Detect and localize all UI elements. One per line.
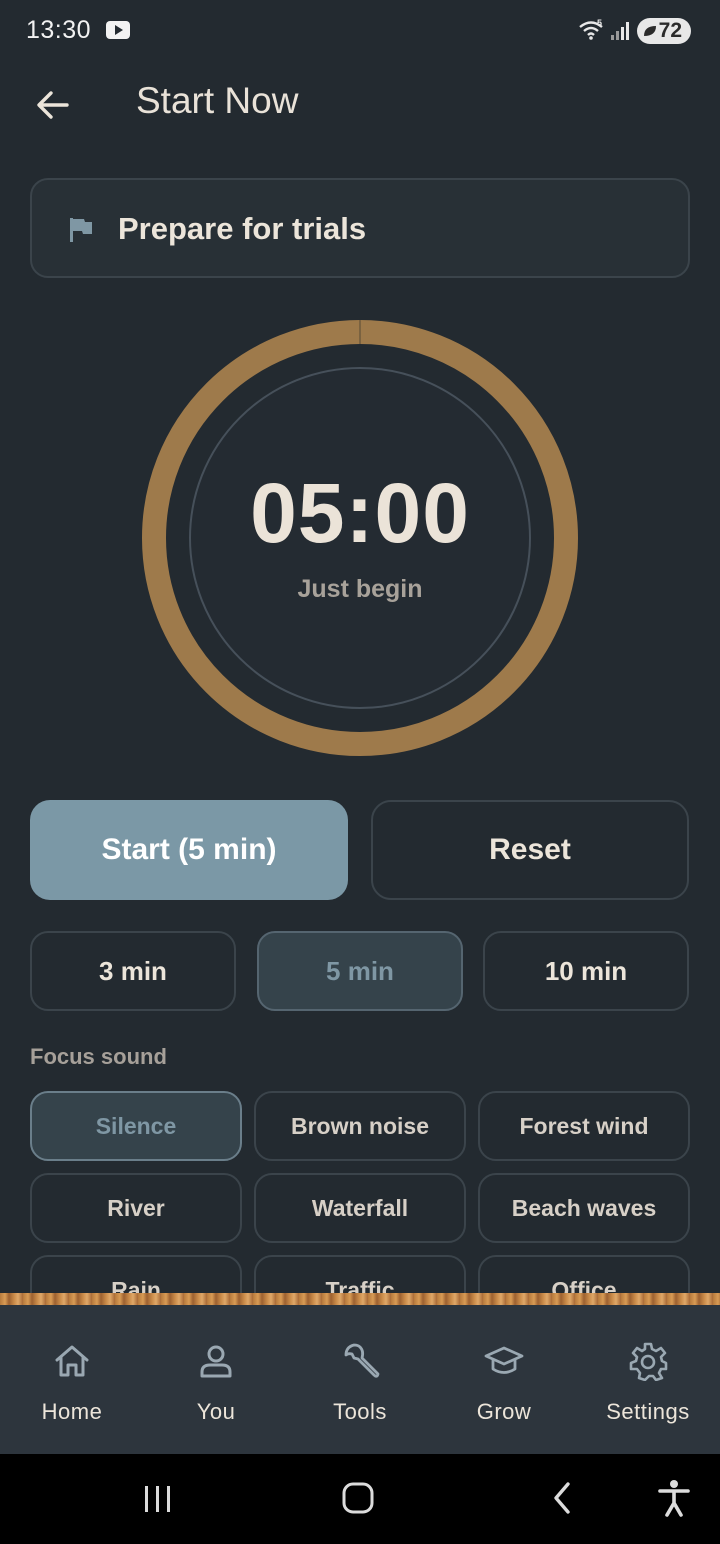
home-button-icon[interactable]	[340, 1478, 378, 1518]
nav-tools[interactable]: Tools	[288, 1305, 432, 1454]
battery-level: 72	[658, 19, 682, 42]
nav-label-settings: Settings	[606, 1399, 690, 1424]
svg-text:5: 5	[597, 18, 602, 28]
flag-icon	[70, 218, 92, 242]
nav-settings[interactable]: Settings	[576, 1305, 720, 1454]
system-back-icon[interactable]	[548, 1478, 576, 1518]
duration-10-min[interactable]: 10 min	[483, 931, 689, 1011]
wifi-icon: 5	[579, 18, 603, 40]
person-icon	[200, 1345, 232, 1378]
sound-traffic[interactable]: Traffic	[254, 1255, 466, 1293]
sound-brown-noise[interactable]: Brown noise	[254, 1091, 466, 1161]
page-title: Start Now	[136, 80, 299, 121]
arrow-back-icon	[37, 91, 69, 119]
bottom-navigation: Home You Tools Grow Settings	[0, 1305, 720, 1454]
graduation-cap-icon	[484, 1346, 524, 1374]
focus-sound-list: Silence Brown noise Forest wind River Wa…	[0, 1090, 720, 1293]
accessibility-icon[interactable]	[656, 1478, 692, 1518]
sound-rain[interactable]: Rain	[30, 1255, 242, 1293]
sound-beach-waves[interactable]: Beach waves	[478, 1173, 690, 1243]
sound-waterfall[interactable]: Waterfall	[254, 1173, 466, 1243]
status-bar: 13:30 5 72	[0, 0, 720, 64]
nav-you[interactable]: You	[144, 1305, 288, 1454]
task-title: Prepare for trials	[118, 211, 367, 246]
duration-5-min[interactable]: 5 min	[257, 931, 463, 1011]
duration-3-min[interactable]: 3 min	[30, 931, 236, 1011]
focus-sound-label: Focus sound	[30, 1044, 167, 1069]
battery-saver-icon	[644, 26, 656, 36]
back-button[interactable]	[30, 82, 76, 128]
nav-label-grow: Grow	[476, 1399, 532, 1424]
decorative-wood-strip	[0, 1293, 720, 1305]
youtube-notification-icon	[106, 21, 130, 39]
reset-button[interactable]: Reset	[371, 800, 689, 900]
task-card[interactable]: Prepare for trials	[30, 178, 690, 278]
system-navigation-bar	[0, 1454, 720, 1544]
nav-label-you: You	[196, 1399, 236, 1424]
app-bar: Start Now	[0, 64, 720, 144]
sound-forest-wind[interactable]: Forest wind	[478, 1091, 690, 1161]
home-icon	[55, 1345, 89, 1377]
sound-river[interactable]: River	[30, 1173, 242, 1243]
nav-label-home: Home	[41, 1399, 103, 1424]
nav-home[interactable]: Home	[0, 1305, 144, 1454]
nav-label-tools: Tools	[333, 1399, 387, 1424]
sound-silence[interactable]: Silence	[30, 1091, 242, 1161]
wrench-icon	[344, 1343, 380, 1378]
signal-icon	[611, 22, 629, 40]
nav-grow[interactable]: Grow	[432, 1305, 576, 1454]
status-time: 13:30	[26, 16, 92, 44]
start-button[interactable]: Start (5 min)	[30, 800, 348, 900]
sound-office[interactable]: Office	[478, 1255, 690, 1293]
screen: 13:30 5 72 Start Now Prepare for trials …	[0, 0, 720, 1544]
gear-icon	[629, 1342, 668, 1381]
timer-subtitle: Just begin	[297, 575, 423, 603]
recent-apps-icon[interactable]	[142, 1478, 174, 1518]
timer-display: 05:00	[250, 466, 470, 560]
battery-indicator: 72	[637, 18, 691, 44]
